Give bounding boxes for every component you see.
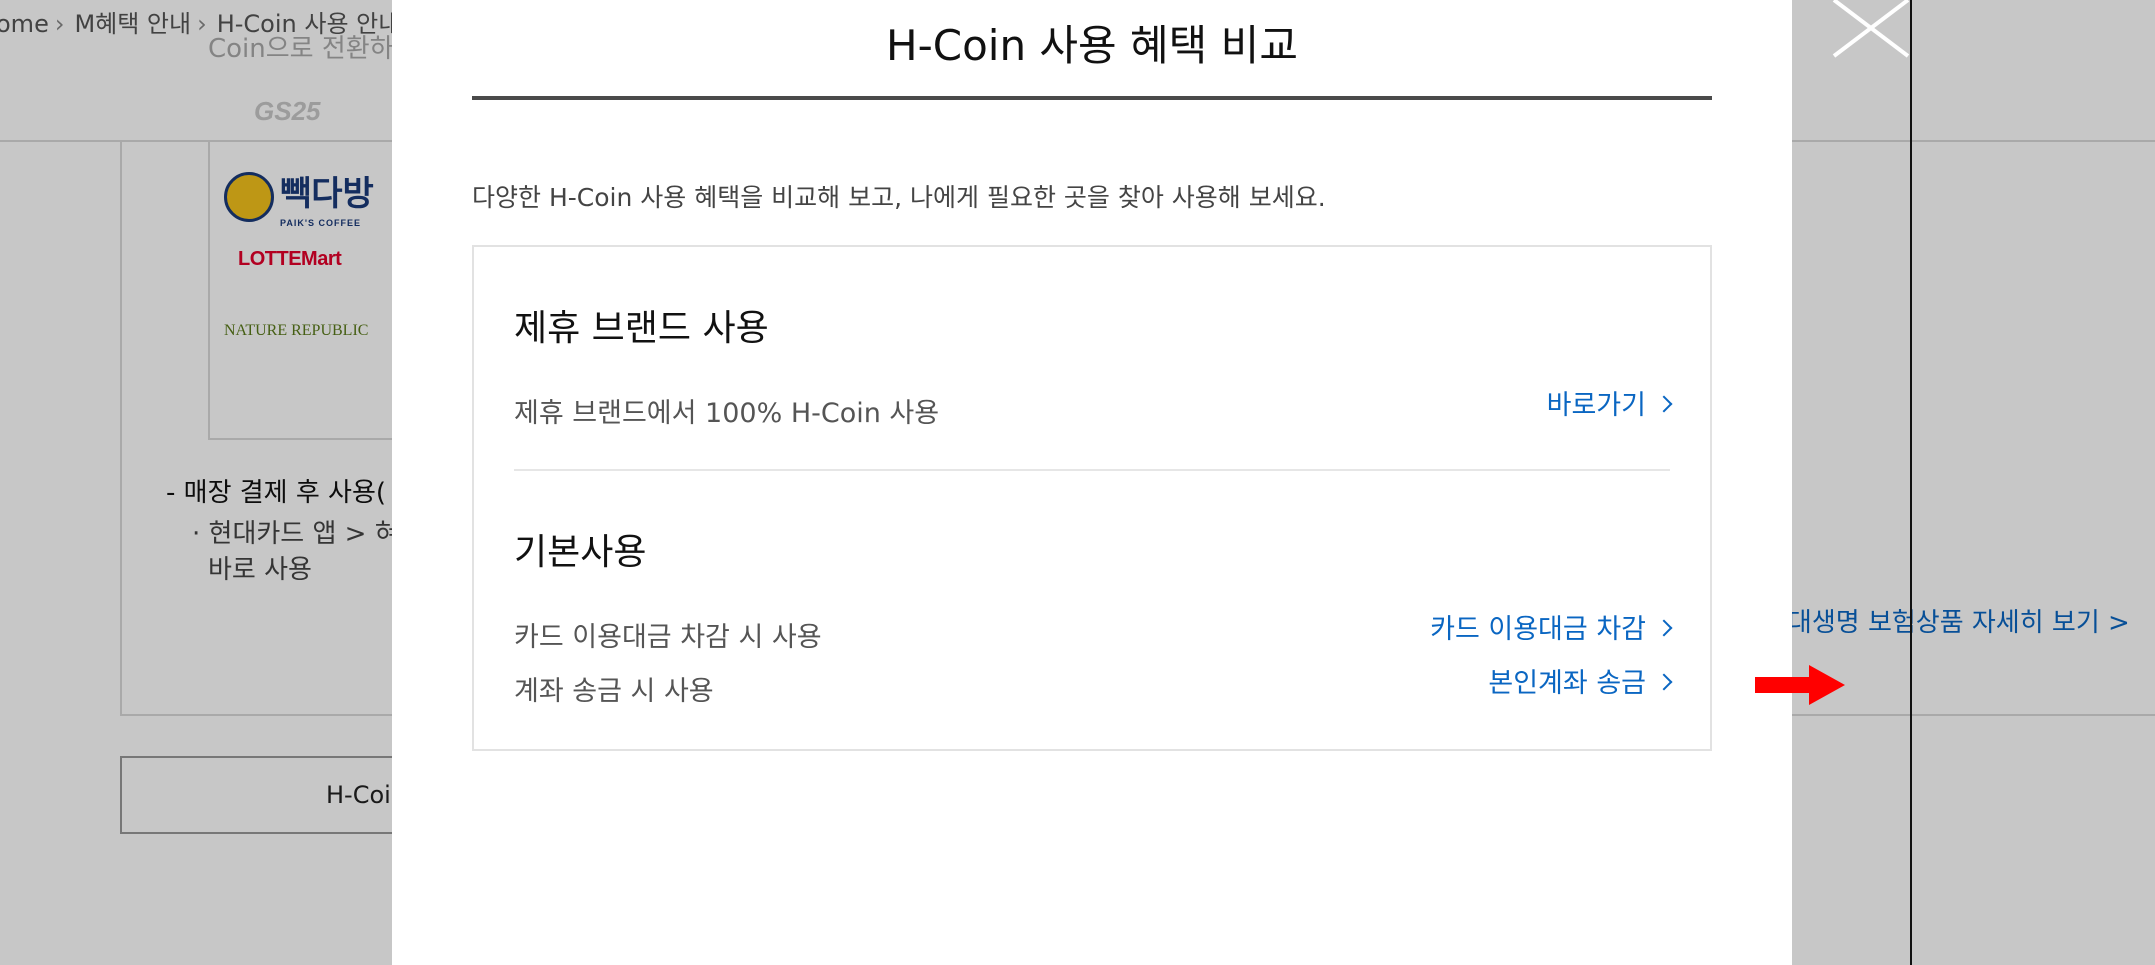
red-arrow-icon [1755,665,1845,705]
section-title-basic: 기본사용 [514,532,647,573]
close-icon [1832,0,1910,58]
page-edge-line [1910,0,1912,965]
title-divider [472,96,1712,100]
section-row-text: 계좌 송금 시 사용 [514,676,714,707]
benefit-card: 제휴 브랜드 사용 제휴 브랜드에서 100% H-Coin 사용 바로가기 기… [472,245,1712,751]
own-account-transfer-link[interactable]: 본인계좌 송금 [1488,661,1673,700]
link-label: 카드 이용대금 차감 [1430,614,1646,645]
h-coin-compare-modal: H-Coin 사용 혜택 비교 다양한 H-Coin 사용 혜택을 비교해 보고… [392,0,1845,965]
link-label: 본인계좌 송금 [1488,668,1646,699]
chevron-right-icon [1655,619,1673,636]
chevron-right-icon [1655,673,1673,690]
section-row-text: 제휴 브랜드에서 100% H-Coin 사용 [514,398,940,429]
link-label: 바로가기 [1546,390,1646,421]
section-row-text: 카드 이용대금 차감 시 사용 [514,622,822,653]
shortcut-link[interactable]: 바로가기 [1546,383,1673,422]
card-payment-deduct-link[interactable]: 카드 이용대금 차감 [1430,607,1673,646]
close-button[interactable] [1828,0,1914,60]
modal-title: H-Coin 사용 혜택 비교 [886,21,1298,70]
chevron-right-icon [1655,395,1673,412]
section-title-partner: 제휴 브랜드 사용 [514,308,769,349]
modal-description: 다양한 H-Coin 사용 혜택을 비교해 보고, 나에게 필요한 곳을 찾아 … [472,183,1326,212]
section-divider [514,469,1670,471]
